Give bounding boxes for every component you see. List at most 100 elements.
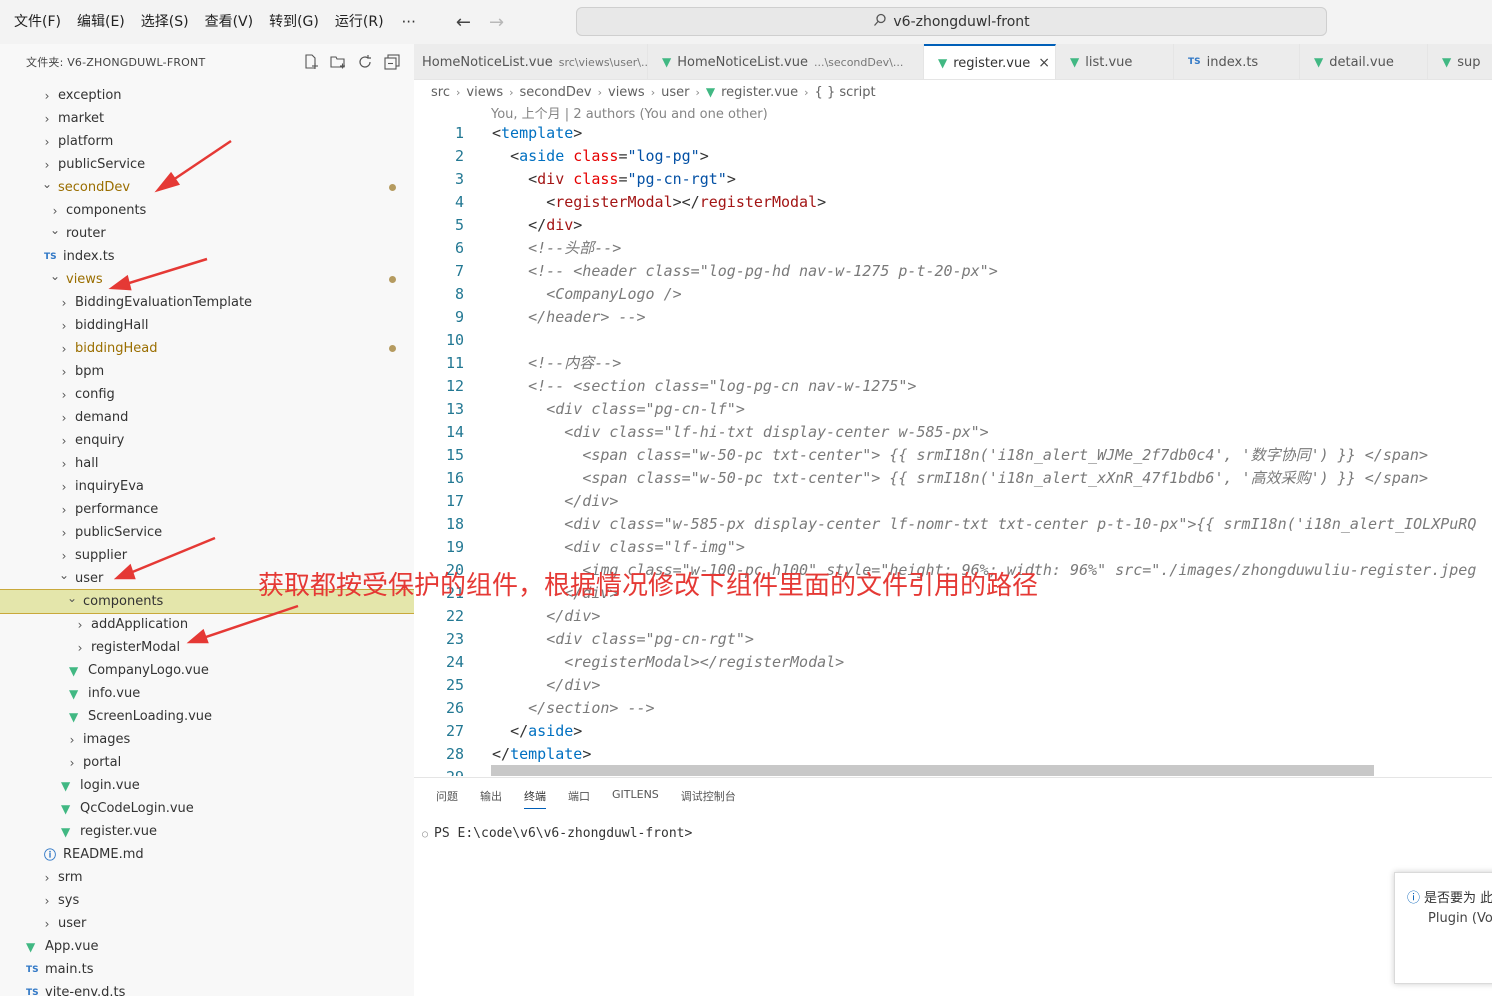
- tree-item[interactable]: ▼ QcCodeLogin.vue: [0, 797, 414, 820]
- code-editor[interactable]: 1 <template> 2 <aside class="log-pg"> 3 <…: [414, 122, 1492, 776]
- chevron-right-icon[interactable]: ›: [57, 526, 71, 540]
- tree-item[interactable]: ⓘ README.md: [0, 843, 414, 866]
- tree-item[interactable]: › user: [0, 912, 414, 935]
- tree-item[interactable]: ⌄ secondDev: [0, 176, 414, 199]
- menu-selection[interactable]: 选择(S): [133, 0, 197, 44]
- arrow-left-icon[interactable]: ←: [456, 12, 471, 33]
- breadcrumb-item[interactable]: secondDev: [520, 85, 592, 100]
- editor-tab[interactable]: ▼ detail.vue: [1300, 44, 1428, 79]
- arrow-right-icon[interactable]: →: [489, 12, 504, 33]
- tree-item[interactable]: › images: [0, 728, 414, 751]
- chevron-down-icon[interactable]: ⌄: [48, 223, 62, 237]
- refresh-icon[interactable]: [356, 54, 373, 71]
- tree-item[interactable]: › enquiry: [0, 429, 414, 452]
- chevron-right-icon[interactable]: ›: [57, 549, 71, 563]
- breadcrumb-item[interactable]: register.vue: [721, 85, 798, 100]
- chevron-down-icon[interactable]: ⌄: [57, 568, 71, 582]
- editor-tab[interactable]: ▼ register.vue ×: [924, 44, 1056, 79]
- collapse-all-icon[interactable]: [383, 54, 400, 71]
- menu-view[interactable]: 查看(V): [197, 0, 262, 44]
- tree-item[interactable]: ▼ App.vue: [0, 935, 414, 958]
- chevron-right-icon[interactable]: ›: [57, 480, 71, 494]
- chevron-right-icon[interactable]: ›: [40, 871, 54, 885]
- tree-item[interactable]: › BiddingEvaluationTemplate: [0, 291, 414, 314]
- chevron-right-icon[interactable]: ›: [57, 342, 71, 356]
- tree-item[interactable]: › config: [0, 383, 414, 406]
- chevron-right-icon[interactable]: ›: [57, 411, 71, 425]
- chevron-down-icon[interactable]: ⌄: [65, 591, 79, 605]
- panel-tab[interactable]: 终端: [524, 788, 546, 809]
- tree-item[interactable]: ▼ register.vue: [0, 820, 414, 843]
- chevron-down-icon[interactable]: ⌄: [48, 269, 62, 283]
- editor-tab[interactable]: ▼ HomeNoticeList.vue ...\secondDev\...: [648, 44, 924, 79]
- tree-item[interactable]: › demand: [0, 406, 414, 429]
- tree-item[interactable]: › exception: [0, 84, 414, 107]
- chevron-right-icon[interactable]: ›: [57, 388, 71, 402]
- tree-item[interactable]: › supplier: [0, 544, 414, 567]
- breadcrumb-item[interactable]: views: [466, 85, 503, 100]
- tree-item[interactable]: › performance: [0, 498, 414, 521]
- breadcrumb-item[interactable]: src: [431, 85, 450, 100]
- chevron-right-icon[interactable]: ›: [65, 756, 79, 770]
- tree-item[interactable]: ▼ CompanyLogo.vue: [0, 659, 414, 682]
- chevron-right-icon[interactable]: ›: [57, 319, 71, 333]
- tree-item[interactable]: › registerModal: [0, 636, 414, 659]
- breadcrumb-item[interactable]: { } script: [815, 85, 876, 100]
- chevron-right-icon[interactable]: ›: [65, 733, 79, 747]
- breadcrumb-item[interactable]: views: [608, 85, 645, 100]
- panel-tab[interactable]: GITLENS: [612, 788, 659, 809]
- tree-item[interactable]: › biddingHall: [0, 314, 414, 337]
- tree-item[interactable]: › publicService: [0, 521, 414, 544]
- chevron-right-icon[interactable]: ›: [73, 641, 87, 655]
- tree-item[interactable]: › hall: [0, 452, 414, 475]
- panel-tab[interactable]: 问题: [436, 788, 458, 809]
- chevron-right-icon[interactable]: ›: [57, 365, 71, 379]
- editor-tab[interactable]: TS index.ts: [1174, 44, 1300, 79]
- tree-item[interactable]: › srm: [0, 866, 414, 889]
- tree-item[interactable]: › components: [0, 199, 414, 222]
- tree-item[interactable]: ▼ ScreenLoading.vue: [0, 705, 414, 728]
- chevron-right-icon[interactable]: ›: [40, 112, 54, 126]
- tree-item[interactable]: TS main.ts: [0, 958, 414, 981]
- chevron-right-icon[interactable]: ›: [48, 204, 62, 218]
- chevron-right-icon[interactable]: ›: [57, 503, 71, 517]
- panel-tab[interactable]: 调试控制台: [681, 788, 736, 809]
- chevron-right-icon[interactable]: ›: [40, 917, 54, 931]
- panel-tab[interactable]: 输出: [480, 788, 502, 809]
- editor-tab[interactable]: ▼ sup: [1428, 44, 1492, 79]
- breadcrumb-item[interactable]: user: [661, 85, 689, 100]
- tree-item[interactable]: › market: [0, 107, 414, 130]
- chevron-right-icon[interactable]: ›: [57, 457, 71, 471]
- chevron-right-icon[interactable]: ›: [40, 89, 54, 103]
- chevron-down-icon[interactable]: ⌄: [40, 177, 54, 191]
- terminal-output[interactable]: ○ PS E:\code\v6\v6-zhongduwl-front>: [422, 826, 692, 841]
- tree-item[interactable]: › platform: [0, 130, 414, 153]
- command-center-search[interactable]: v6-zhongduwl-front: [576, 7, 1327, 36]
- tree-item[interactable]: › portal: [0, 751, 414, 774]
- chevron-right-icon[interactable]: ›: [40, 158, 54, 172]
- tree-item[interactable]: TS vite-env.d.ts: [0, 981, 414, 996]
- editor-tab[interactable]: ▼ list.vue: [1056, 44, 1174, 79]
- tree-item[interactable]: ⌄ views: [0, 268, 414, 291]
- notification-toast[interactable]: ⓘ 是否要为 此 Plugin (Vol: [1394, 872, 1492, 984]
- new-folder-icon[interactable]: [329, 54, 346, 71]
- horizontal-scrollbar[interactable]: [491, 765, 1374, 776]
- menu-edit[interactable]: 编辑(E): [69, 0, 133, 44]
- panel-tab[interactable]: 端口: [568, 788, 590, 809]
- tree-item[interactable]: TS index.ts: [0, 245, 414, 268]
- chevron-right-icon[interactable]: ›: [57, 296, 71, 310]
- chevron-right-icon[interactable]: ›: [57, 434, 71, 448]
- close-icon[interactable]: ×: [1038, 55, 1050, 71]
- chevron-right-icon[interactable]: ›: [73, 618, 87, 632]
- git-blame-lens[interactable]: You, 上个月 | 2 authors (You and one other): [491, 103, 768, 122]
- tree-item[interactable]: › addApplication: [0, 613, 414, 636]
- tree-item[interactable]: › sys: [0, 889, 414, 912]
- tree-item[interactable]: › biddingHead: [0, 337, 414, 360]
- tree-item[interactable]: ▼ info.vue: [0, 682, 414, 705]
- chevron-right-icon[interactable]: ›: [40, 894, 54, 908]
- menu-more-button[interactable]: ···: [392, 13, 426, 31]
- tree-item[interactable]: ▼ login.vue: [0, 774, 414, 797]
- editor-tab[interactable]: HomeNoticeList.vue src\views\user\...: [414, 44, 651, 79]
- menu-run[interactable]: 运行(R): [327, 0, 392, 44]
- menu-file[interactable]: 文件(F): [6, 0, 69, 44]
